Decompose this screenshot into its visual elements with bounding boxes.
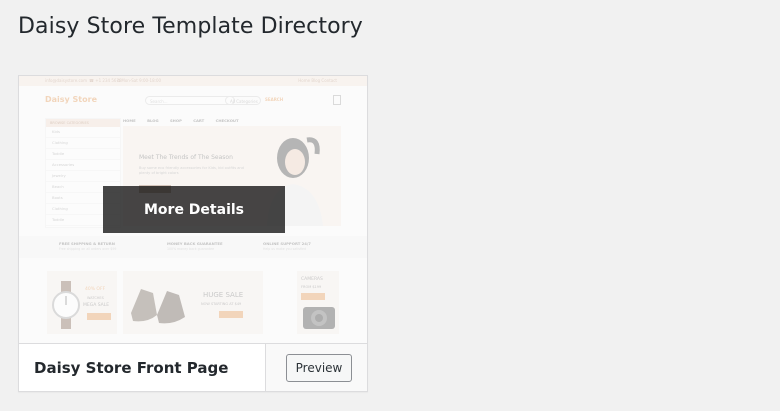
screenshot-side-item: Clothing	[46, 138, 120, 149]
template-card-footer: Daisy Store Front Page Preview	[19, 343, 367, 391]
screenshot-category-select: All Categories	[225, 96, 261, 105]
screenshot-feature-sub: Help us make you satisfied	[263, 247, 307, 251]
screenshot-side-item: Toddle	[46, 149, 120, 160]
screenshot-banner-text: CAMERAS	[301, 277, 323, 282]
screenshot-banner-button	[301, 293, 325, 300]
screenshot-feature-sub: 100% money back guarantee	[167, 247, 215, 251]
screenshot-side-item: Kids	[46, 127, 120, 138]
screenshot-feature-title: MONEY BACK GUARANTEE	[167, 241, 223, 246]
screenshot-hero-title: Meet The Trends of The Season	[139, 154, 233, 161]
screenshot-browse-header: BROWSE CATEGORIES	[46, 119, 120, 127]
screenshot-hero-text: Buy some eco friendly accessories for Ki…	[139, 166, 244, 175]
screenshot-topbar: info@daisystore.com ☎ +1 234 5678 ⏲ Mon-…	[19, 76, 367, 86]
screenshot-side-item: Jewelry	[46, 171, 120, 182]
screenshot-nav: HOME BLOG SHOP CART CHECKOUT	[123, 118, 239, 123]
screenshot-banner-text: WATCHES	[87, 296, 104, 300]
screenshot-search: Search...	[145, 96, 235, 105]
screenshot-banner-text: NOW STARTING AT $49	[201, 302, 242, 306]
screenshot-banner-watch: 40% OFF WATCHES MEGA SALE	[47, 271, 117, 334]
screenshot-side-item: Accessories	[46, 160, 120, 171]
shoes-icon	[131, 289, 185, 324]
screenshot-banner-text: FROM $199	[301, 285, 322, 289]
watch-icon	[52, 281, 80, 329]
camera-icon	[303, 307, 335, 329]
screenshot-feature-sub: Free shipping on all orders over $99	[59, 247, 117, 251]
screenshot-banner-shoes: HUGE SALE NOW STARTING AT $49	[123, 271, 263, 334]
screenshot-banner-text: HUGE SALE	[203, 291, 244, 299]
template-screenshot[interactable]: info@daisystore.com ☎ +1 234 5678 ⏲ Mon-…	[19, 76, 367, 343]
template-name: Daisy Store Front Page	[34, 359, 229, 377]
template-card[interactable]: info@daisystore.com ☎ +1 234 5678 ⏲ Mon-…	[18, 75, 368, 392]
page-title: Daisy Store Template Directory	[18, 14, 363, 39]
screenshot-banner-button	[87, 313, 111, 320]
screenshot-banner-camera: CAMERAS FROM $199	[297, 271, 339, 334]
template-actions: Preview	[265, 344, 367, 391]
cart-bag-icon	[333, 95, 341, 105]
screenshot-feature-title: ONLINE SUPPORT 24/7	[263, 241, 311, 246]
screenshot-feature-title: FREE SHIPPING & RETURN	[59, 241, 115, 246]
screenshot-logo: Daisy Store	[45, 95, 97, 104]
screenshot-banner-button	[219, 311, 243, 318]
screenshot-features: FREE SHIPPING & RETURN Free shipping on …	[19, 236, 367, 258]
more-details-button[interactable]: More Details	[103, 186, 285, 233]
screenshot-search-button: SEARCH	[265, 97, 284, 102]
screenshot-banner-text: 40% OFF	[85, 287, 106, 292]
screenshot-banner-text: MEGA SALE	[83, 303, 110, 308]
preview-button[interactable]: Preview	[286, 354, 352, 382]
